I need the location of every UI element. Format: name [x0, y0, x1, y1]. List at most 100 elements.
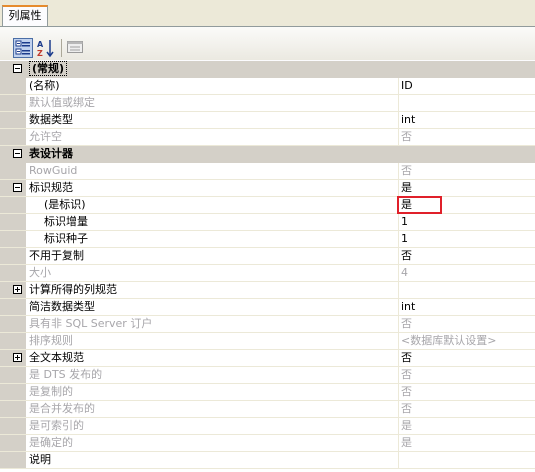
property-name: 标识规范 — [29, 180, 394, 196]
property-row[interactable]: 具有非 SQL Server 订户 否 — [0, 316, 535, 333]
property-value[interactable]: int — [398, 112, 535, 128]
property-value[interactable]: int — [398, 299, 535, 315]
property-value: 是 — [398, 418, 535, 434]
property-name: RowGuid — [29, 163, 394, 179]
expand-icon[interactable] — [13, 353, 22, 362]
property-row[interactable]: 全文本规范 否 — [0, 350, 535, 367]
category-row[interactable]: 表设计器 — [0, 146, 535, 163]
property-value: 否 — [398, 401, 535, 417]
property-value[interactable] — [398, 282, 535, 298]
property-name: (是标识) — [44, 197, 409, 213]
property-row[interactable]: (是标识) 是 — [0, 196, 535, 214]
property-name: 默认值或绑定 — [29, 95, 394, 111]
categorized-button[interactable] — [13, 38, 33, 58]
property-value[interactable]: 是 — [398, 197, 535, 213]
expand-icon[interactable] — [13, 285, 22, 294]
toolbar-separator — [61, 39, 62, 57]
property-name: 计算所得的列规范 — [29, 282, 394, 298]
property-name-text: 是可索引的 — [29, 419, 84, 432]
property-row[interactable]: 默认值或绑定 — [0, 95, 535, 112]
property-grid: (常规) (名称) ID 默认值或绑定 数据类型 int 允许空否表设计器 RowGuid 否标… — [0, 61, 535, 472]
collapse-icon[interactable] — [13, 64, 22, 73]
property-name-text: (是标识) — [44, 198, 86, 211]
property-name-text: 表设计器 — [29, 147, 73, 160]
property-value[interactable]: 1 — [398, 231, 535, 247]
alphabetical-button[interactable]: A Z — [36, 38, 56, 58]
property-value[interactable]: 是 — [398, 180, 535, 196]
tab-strip: 列属性 — [0, 0, 535, 26]
property-row[interactable]: (名称) ID — [0, 78, 535, 95]
collapse-icon[interactable] — [13, 149, 22, 158]
property-name-text: 大小 — [29, 266, 51, 279]
property-row[interactable]: 是 DTS 发布的 否 — [0, 367, 535, 384]
property-row[interactable]: 允许空 否 — [0, 129, 535, 146]
property-name-text: (名称) — [29, 79, 60, 92]
property-row[interactable]: 大小 4 — [0, 265, 535, 282]
property-value[interactable]: 否 — [398, 248, 535, 264]
property-value[interactable]: ID — [398, 78, 535, 94]
property-row[interactable]: 说明 — [0, 452, 535, 469]
property-value[interactable]: 1 — [398, 214, 535, 230]
property-value: 否 — [398, 367, 535, 383]
column-properties-panel: A Z (常规) (名称) ID 默认值或绑定 数据类型 int 允许空否表设计器 RowGu… — [0, 26, 535, 472]
property-name-text: 数据类型 — [29, 113, 73, 126]
tab-label: 列属性 — [8, 9, 42, 22]
property-name: 说明 — [29, 452, 394, 468]
tab-column-properties[interactable]: 列属性 — [2, 5, 48, 26]
property-row[interactable]: 标识规范 是 — [0, 180, 535, 197]
row-gutter — [0, 61, 26, 77]
property-name-text: 不用于复制 — [29, 249, 84, 262]
row-gutter — [0, 299, 26, 315]
collapse-icon[interactable] — [13, 183, 22, 192]
row-gutter — [0, 78, 26, 94]
property-row[interactable]: 是可索引的 是 — [0, 418, 535, 435]
property-row[interactable]: 是确定的 是 — [0, 435, 535, 452]
property-name-text: 标识规范 — [29, 181, 73, 194]
property-name-text: 全文本规范 — [29, 351, 84, 364]
property-name: 标识增量 — [44, 214, 409, 230]
property-value[interactable] — [398, 452, 535, 468]
property-row[interactable]: 是合并发布的 否 — [0, 401, 535, 418]
property-name-text: 是复制的 — [29, 385, 73, 398]
property-row[interactable]: 排序规则 <数据库默认设置> — [0, 333, 535, 350]
property-name: 表设计器 — [29, 146, 394, 162]
property-row[interactable]: 简洁数据类型 int — [0, 299, 535, 316]
property-name: 具有非 SQL Server 订户 — [29, 316, 394, 332]
property-value: 否 — [398, 163, 535, 179]
property-row[interactable]: 是复制的 否 — [0, 384, 535, 401]
property-name: 是可索引的 — [29, 418, 394, 434]
category-row[interactable]: (常规) — [0, 61, 535, 78]
row-gutter — [0, 435, 26, 451]
row-gutter — [0, 384, 26, 400]
row-gutter — [0, 231, 26, 247]
property-row[interactable]: 标识增量 1 — [0, 214, 535, 231]
property-row[interactable]: 数据类型 int — [0, 112, 535, 129]
property-name-text: (常规) — [29, 61, 68, 76]
property-row[interactable]: 计算所得的列规范 — [0, 282, 535, 299]
property-row[interactable]: 标识种子 1 — [0, 231, 535, 248]
property-row[interactable]: 不用于复制 否 — [0, 248, 535, 265]
property-value: 否 — [398, 316, 535, 332]
row-gutter — [0, 214, 26, 230]
property-value: 否 — [398, 129, 535, 145]
row-gutter — [0, 129, 26, 145]
row-gutter — [0, 333, 26, 349]
svg-text:Z: Z — [37, 49, 43, 58]
property-row[interactable]: RowGuid 否 — [0, 163, 535, 180]
property-name: 是确定的 — [29, 435, 394, 451]
property-name-text: RowGuid — [29, 164, 78, 177]
property-value: 是 — [398, 435, 535, 451]
property-name: 允许空 — [29, 129, 394, 145]
row-gutter — [0, 401, 26, 417]
property-value[interactable]: 否 — [398, 350, 535, 366]
alphabetical-sort-icon: A Z — [37, 40, 54, 58]
row-gutter — [0, 316, 26, 332]
property-name-text: 简洁数据类型 — [29, 300, 95, 313]
row-gutter — [0, 180, 26, 196]
row-gutter — [0, 163, 26, 179]
property-name-text: 允许空 — [29, 130, 62, 143]
property-pages-button[interactable] — [66, 38, 86, 58]
row-gutter — [0, 350, 26, 366]
row-gutter — [0, 146, 26, 162]
property-name-text: 标识种子 — [44, 232, 88, 245]
